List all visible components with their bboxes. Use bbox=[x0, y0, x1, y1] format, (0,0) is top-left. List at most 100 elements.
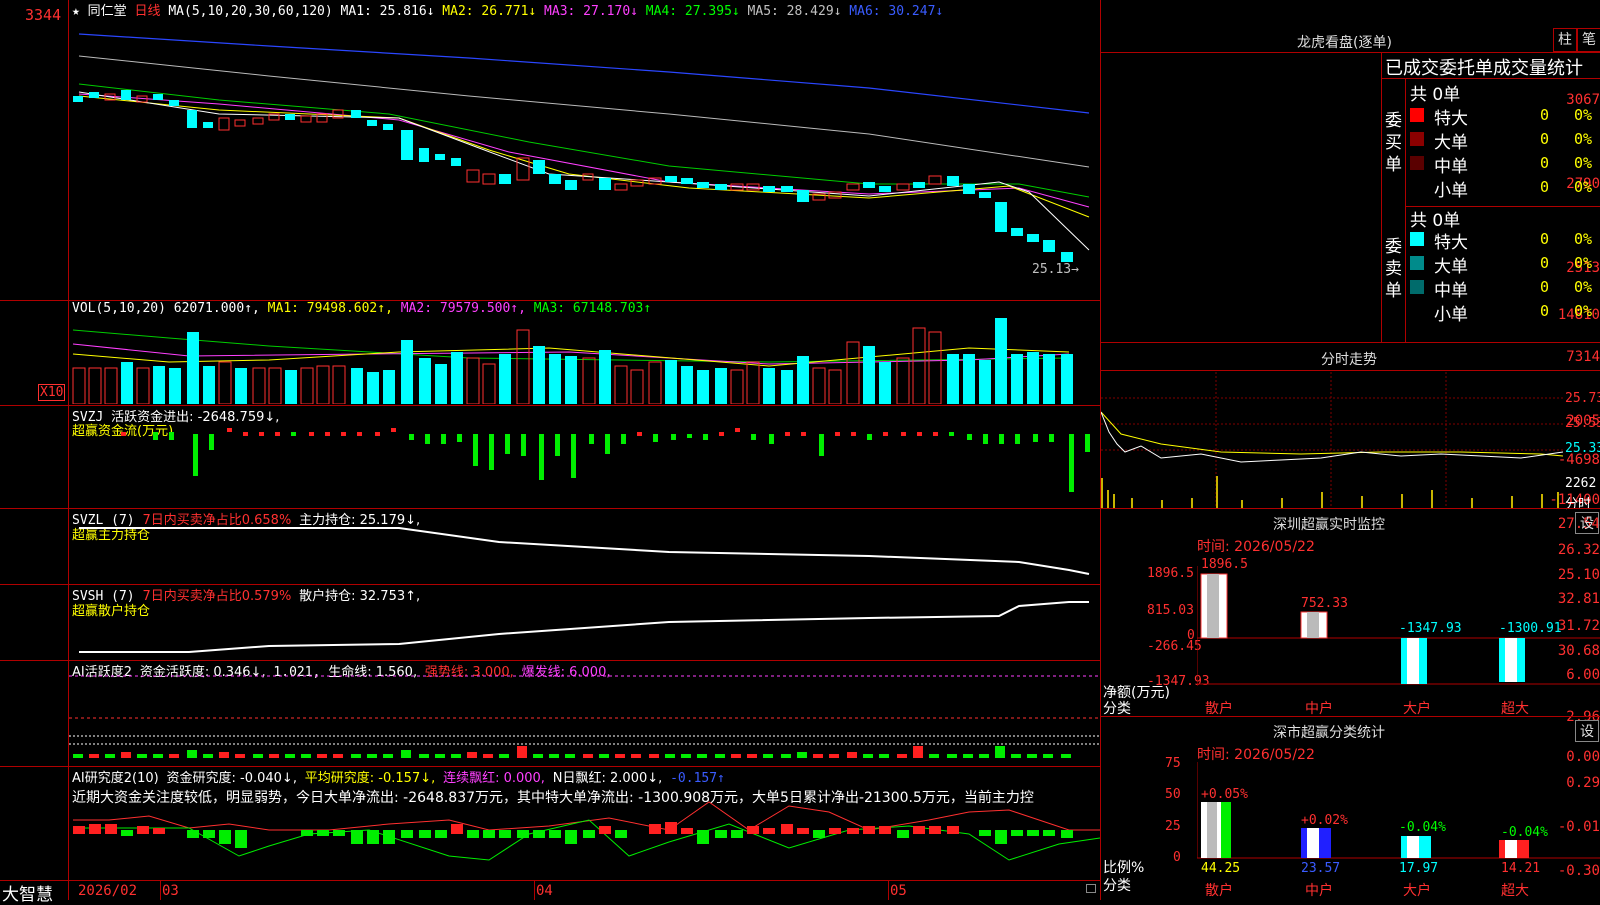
svzj-bars bbox=[121, 428, 1090, 492]
buy-row-count: 0 bbox=[1540, 154, 1550, 172]
buy-row: 中单 0 0% bbox=[1406, 152, 1600, 177]
stats-cat-super: 超大 bbox=[1501, 883, 1529, 899]
tick-view-button[interactable]: 笔 bbox=[1577, 28, 1600, 52]
stats-bar4-pct: 14.21 bbox=[1501, 861, 1541, 876]
intraday-axis-1: 25.73 bbox=[1565, 391, 1600, 406]
buy-row-name: 中单 bbox=[1434, 157, 1468, 177]
stats-cat-large: 大户 bbox=[1403, 883, 1431, 899]
vol-header: VOL(5,10,20) 62071.000↑, MA1: 79498.602↑… bbox=[72, 301, 651, 316]
stats-bar2-pct: 23.57 bbox=[1301, 861, 1341, 876]
research-header: AI研究度2(10) 资金研究度: -0.040↓, 平均研究度: -0.157… bbox=[72, 767, 725, 786]
price-axis-max: 3344 bbox=[25, 6, 62, 24]
color-swatch-icon bbox=[1410, 108, 1424, 122]
color-swatch-icon bbox=[1410, 180, 1424, 194]
candlestick-chart[interactable] bbox=[69, 14, 1100, 300]
intraday-axis-3: 25.33 bbox=[1565, 441, 1600, 456]
bar-view-button[interactable]: 柱 bbox=[1553, 28, 1577, 52]
stats-axis-2: 50 bbox=[1165, 787, 1181, 802]
stats-bar1-pct: 44.25 bbox=[1201, 861, 1241, 876]
intraday-title: 分时走势 bbox=[1321, 352, 1377, 368]
sell-row-count: 0 bbox=[1540, 230, 1550, 248]
vol-ma3: MA3: 67148.703↑ bbox=[533, 301, 652, 316]
sell-row-name: 小单 bbox=[1434, 305, 1468, 325]
date-label-feb: 2026/02 bbox=[78, 883, 138, 899]
monitor-settings-button[interactable]: 设 bbox=[1575, 512, 1599, 534]
research-label2: 平均研究度: -0.157↓, bbox=[304, 771, 436, 786]
ai-bars bbox=[73, 746, 1071, 758]
monitor-axis-4: -266.45 bbox=[1147, 639, 1202, 654]
sell-row-name: 大单 bbox=[1434, 257, 1468, 277]
volume-chart[interactable] bbox=[69, 318, 1100, 404]
sell-row: 小单 0 0% bbox=[1406, 300, 1600, 325]
sell-row-pct: 0% bbox=[1574, 302, 1593, 320]
buy-row-name: 大单 bbox=[1434, 133, 1468, 153]
sell-row-name: 特大 bbox=[1434, 233, 1468, 253]
color-swatch-icon bbox=[1410, 304, 1424, 318]
color-swatch-icon bbox=[1410, 232, 1424, 246]
vol-title: VOL(5,10,20) bbox=[72, 301, 166, 316]
stats-axis-3: 25 bbox=[1165, 819, 1181, 834]
vol-unit-badge[interactable]: X10 bbox=[38, 384, 66, 401]
buy-row-name: 小单 bbox=[1434, 181, 1468, 201]
stats-cat-retail: 散户 bbox=[1205, 883, 1233, 899]
color-swatch-icon bbox=[1410, 156, 1424, 170]
monitor-cat-super: 超大 bbox=[1501, 701, 1529, 717]
buy-row: 小单 0 0% bbox=[1406, 176, 1600, 201]
research-chart[interactable] bbox=[69, 800, 1100, 880]
monitor-bar2-value: 752.33 bbox=[1301, 596, 1348, 611]
stats-title: 深市超赢分类统计 bbox=[1273, 725, 1385, 741]
research-label5: -0.157↑ bbox=[670, 771, 725, 786]
brand-logo[interactable]: 大智慧 bbox=[2, 880, 53, 905]
lhb-title: 龙虎看盘(逐单) bbox=[1297, 35, 1392, 51]
svzl-chart[interactable] bbox=[69, 510, 1100, 584]
sell-row-pct: 0% bbox=[1574, 278, 1593, 296]
order-stats-header: 已成交委托单成交量统计 bbox=[1385, 58, 1583, 79]
monitor-date: 时间: 2026/05/22 bbox=[1197, 539, 1315, 555]
stats-bar1-delta: +0.05% bbox=[1201, 787, 1248, 802]
sell-row-count: 0 bbox=[1540, 278, 1550, 296]
vol-value: 62071.000↑, bbox=[173, 301, 260, 316]
buy-row-count: 0 bbox=[1540, 106, 1550, 124]
monitor-bar4-value: -1300.91 bbox=[1499, 621, 1562, 636]
stats-cat-mid: 中户 bbox=[1305, 883, 1333, 899]
research-label3: 连续飘红: 0.000, bbox=[443, 771, 545, 786]
stats-side-label1: 比例% bbox=[1103, 860, 1145, 876]
sell-row: 特大 0 0% bbox=[1406, 228, 1600, 253]
monitor-bar3-value: -1347.93 bbox=[1399, 621, 1462, 636]
sell-row: 大单 0 0% bbox=[1406, 252, 1600, 277]
date-label-apr: 04 bbox=[536, 883, 553, 899]
svzj-chart[interactable] bbox=[69, 420, 1100, 506]
monitor-cat-large: 大户 bbox=[1403, 701, 1431, 717]
sell-row-pct: 0% bbox=[1574, 230, 1593, 248]
monitor-axis-2: 815.03 bbox=[1147, 603, 1194, 618]
buy-row: 特大 0 0% bbox=[1406, 104, 1600, 129]
lock-icon[interactable] bbox=[1086, 884, 1096, 893]
sell-row-count: 0 bbox=[1540, 254, 1550, 272]
color-swatch-icon bbox=[1410, 280, 1424, 294]
buy-total: 共 0单 bbox=[1410, 85, 1461, 105]
svsh-chart[interactable] bbox=[69, 586, 1100, 660]
buy-row-pct: 0% bbox=[1574, 130, 1593, 148]
ma1-line bbox=[78, 91, 1090, 251]
buy-row-pct: 0% bbox=[1574, 178, 1593, 196]
stats-settings-button[interactable]: 设 bbox=[1575, 720, 1599, 742]
intraday-footer: 分时 bbox=[1565, 497, 1592, 512]
stats-bar4-delta: -0.04% bbox=[1501, 825, 1548, 840]
buy-row-name: 特大 bbox=[1434, 109, 1468, 129]
ai-activity-chart[interactable] bbox=[69, 670, 1100, 764]
stats-chart[interactable] bbox=[1197, 762, 1600, 860]
monitor-bar1-value: 1896.5 bbox=[1201, 557, 1248, 572]
research-title: AI研究度2(10) bbox=[72, 771, 159, 786]
svzl-line bbox=[79, 527, 1090, 575]
intraday-chart[interactable] bbox=[1101, 372, 1563, 508]
research-label1: 资金研究度: -0.040↓, bbox=[166, 771, 297, 786]
vol-ma1: MA1: 79498.602↑, bbox=[267, 301, 393, 316]
stats-axis-4: 0 bbox=[1173, 850, 1181, 865]
monitor-cat-retail: 散户 bbox=[1205, 701, 1233, 717]
stats-axis-1: 75 bbox=[1165, 756, 1181, 771]
color-swatch-icon bbox=[1410, 132, 1424, 146]
monitor-side-label2: 分类 bbox=[1103, 701, 1131, 717]
date-label-may: 05 bbox=[890, 883, 907, 899]
monitor-title: 深圳超赢实时监控 bbox=[1273, 517, 1385, 533]
svsh-line bbox=[79, 601, 1089, 653]
